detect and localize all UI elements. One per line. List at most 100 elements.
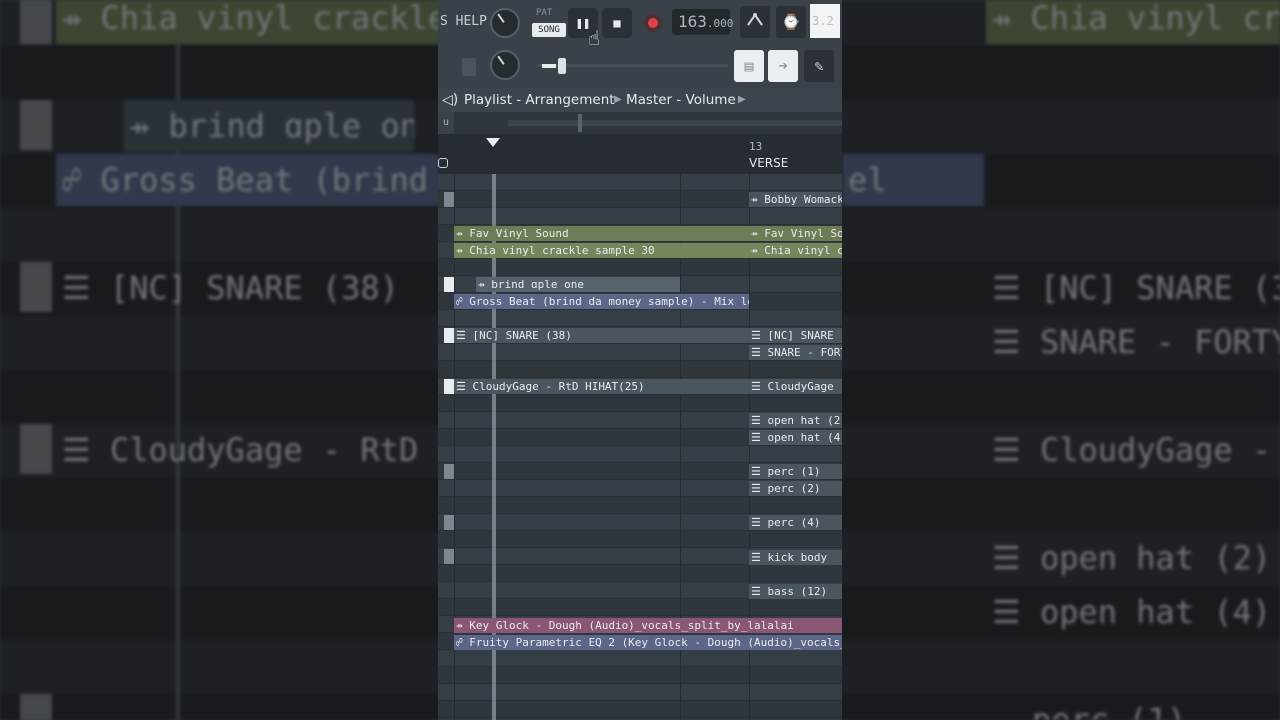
clip-key-glock[interactable]: ⇸ Key Glock - Dough (Audio)_vocals_split… — [454, 618, 842, 633]
clip-perc1[interactable]: ☰ perc (1) — [749, 464, 842, 479]
pencil-icon[interactable]: ✎ — [804, 50, 834, 82]
clip-bass12[interactable]: ☰ bass (12) — [749, 584, 842, 599]
playhead-marker-icon[interactable] — [486, 138, 500, 147]
bg-clip-brind: ⇸ brind ɑple one — [124, 100, 414, 152]
track-row — [438, 701, 842, 718]
bg-track-square — [20, 100, 52, 150]
keyboard-icon[interactable]: ▤ — [734, 50, 764, 82]
bg-clip-chia-left: ⇸ Chia vinyl crackle sam — [56, 0, 440, 44]
loop-icon[interactable] — [438, 158, 448, 168]
track-select-square[interactable] — [444, 549, 454, 564]
tempo-value: 163 — [678, 12, 707, 31]
bg-clip-perc1: perc (1) — [1032, 701, 1187, 720]
clip-brind[interactable]: ⇸ brind ɑple one — [476, 277, 680, 292]
track-row — [438, 174, 842, 191]
mixer-icon[interactable] — [462, 58, 476, 76]
bg-clip-chia-right: ⇸ Chia vinyl crackl — [986, 0, 1280, 44]
countdown-icon[interactable]: ⌚ — [776, 6, 806, 38]
overview-left-tab[interactable]: u — [438, 112, 454, 134]
breadcrumb-playlist[interactable]: Playlist - Arrangement — [464, 88, 615, 112]
clip-bobby-womack[interactable]: ⇸ Bobby Womack — [749, 192, 842, 207]
bg-clip-gross-right: el — [842, 154, 984, 206]
clip-openhat2[interactable]: ☰ open hat (2) — [749, 413, 842, 428]
track-select-square[interactable] — [444, 277, 454, 292]
bg-clip-openhat2: ☰ open hat (2) — [992, 539, 1272, 577]
hand-cursor-icon: ☝ — [588, 26, 601, 50]
bg-track-square — [20, 262, 52, 312]
breadcrumb-master-volume[interactable]: Master - Volume — [626, 88, 736, 112]
clip-snare-38[interactable]: ☰ [NC] SNARE (38) — [454, 328, 749, 343]
clip-kick-body[interactable]: ☰ kick body — [749, 550, 842, 565]
track-row — [438, 310, 842, 327]
track-row — [438, 395, 842, 412]
clip-fav-vinyl-2[interactable]: ⇸ Fav Vinyl Sound — [749, 226, 842, 241]
overview-handle[interactable] — [578, 114, 582, 132]
clip-fav-vinyl[interactable]: ⇸ Fav Vinyl Sound — [454, 226, 749, 241]
pat-label: PAT — [536, 8, 553, 18]
bg-track-square — [20, 694, 52, 720]
slider-handle[interactable] — [558, 58, 566, 74]
bg-clip-snare-left: ☰ [NC] SNARE (38) — [62, 269, 399, 307]
track-row — [438, 497, 842, 514]
song-label: SONG — [532, 23, 566, 37]
bg-track-square — [20, 424, 52, 474]
fl-studio-panel: S HELP PAT SONG ❚❚ ■ 163.000 ⌚ 3.2 ☝ ▤ ➜… — [438, 0, 842, 720]
bg-clip-snare-right: ☰ [NC] SNARE (38) — [992, 269, 1280, 307]
bg-clip-snare-forty: ☰ SNARE - FORTY — [992, 323, 1280, 361]
pat-song-toggle[interactable]: PAT SONG — [532, 6, 566, 40]
stop-button[interactable]: ■ — [602, 8, 632, 38]
breadcrumb-separator-icon: ▶ — [738, 94, 746, 105]
track-row — [438, 599, 842, 616]
overview-track[interactable] — [508, 120, 842, 126]
clip-cloudy[interactable]: ☰ CloudyGage - RtD HIHAT(25) — [454, 379, 749, 394]
overview-scrollbar[interactable]: u — [438, 112, 842, 134]
position-slider[interactable] — [538, 64, 728, 67]
speaker-icon[interactable]: ◁) — [442, 88, 458, 112]
bg-track-square — [20, 0, 52, 44]
breadcrumb-separator-icon: ▶ — [614, 94, 622, 105]
track-row — [438, 565, 842, 582]
help-menu[interactable]: S HELP — [440, 14, 487, 29]
bg-clip-openhat4: ☰ open hat (4) — [992, 593, 1272, 631]
clip-snare-forty[interactable]: ☰ SNARE - FORTY — [749, 345, 842, 360]
master-pitch-knob[interactable] — [490, 50, 520, 80]
playlist-header: ◁) Playlist - Arrangement ▶ Master - Vol… — [438, 88, 842, 112]
toolbar: S HELP PAT SONG ❚❚ ■ 163.000 ⌚ 3.2 ☝ ▤ ➜… — [438, 0, 842, 88]
clip-fruity-eq[interactable]: ☍ Fruity Parametric EQ 2 (Key Glock - Do… — [454, 635, 842, 650]
track-row — [438, 650, 842, 667]
track-row — [438, 208, 842, 225]
bg-clip-cloudy-right: ☰ CloudyGage - Rt — [992, 431, 1280, 469]
record-button[interactable] — [644, 14, 662, 32]
track-row — [438, 531, 842, 548]
arrow-right-icon[interactable]: ➜ — [768, 50, 798, 82]
bar-number: 13 — [749, 140, 763, 153]
track-row — [438, 446, 842, 463]
metronome-icon[interactable] — [740, 6, 770, 38]
track-select-square[interactable] — [444, 192, 454, 207]
track-row — [438, 667, 842, 684]
track-select-square[interactable] — [444, 464, 454, 479]
track-row — [438, 259, 842, 276]
bg-clip-gross: ☍ Gross Beat (brind da — [56, 154, 440, 206]
tempo-decimal: .000 — [706, 17, 734, 30]
clip-perc2[interactable]: ☰ perc (2) — [749, 481, 842, 496]
marker-verse[interactable]: VERSE — [749, 156, 788, 170]
clip-perc4[interactable]: ☰ perc (4) — [749, 515, 842, 530]
track-select-square[interactable] — [444, 379, 454, 394]
track-select-square[interactable] — [444, 515, 454, 530]
clip-chia-vinyl-2[interactable]: ⇸ Chia vinyl crack — [749, 243, 842, 258]
timeline-ruler[interactable]: 13 VERSE — [438, 134, 842, 174]
track-row — [438, 361, 842, 378]
clip-snare-38-2[interactable]: ☰ [NC] SNARE (38) — [749, 328, 842, 343]
track-select-square[interactable] — [444, 328, 454, 343]
master-volume-knob[interactable] — [490, 8, 520, 38]
track-row — [438, 684, 842, 701]
clip-gross-beat[interactable]: ☍ Gross Beat (brind da money sample) - M… — [454, 294, 749, 309]
bg-clip-cloudy-left: ☰ CloudyGage - RtD HIH — [62, 431, 440, 469]
clip-cloudy-2[interactable]: ☰ CloudyGage - R — [749, 379, 842, 394]
clip-openhat4[interactable]: ☰ open hat (4) — [749, 430, 842, 445]
tempo-display[interactable]: 163.000 — [672, 9, 733, 35]
clip-chia-vinyl[interactable]: ⇸ Chia vinyl crackle sample 30 — [454, 243, 749, 258]
cpu-meter: 3.2 — [810, 4, 840, 38]
minus-icon — [542, 64, 556, 68]
